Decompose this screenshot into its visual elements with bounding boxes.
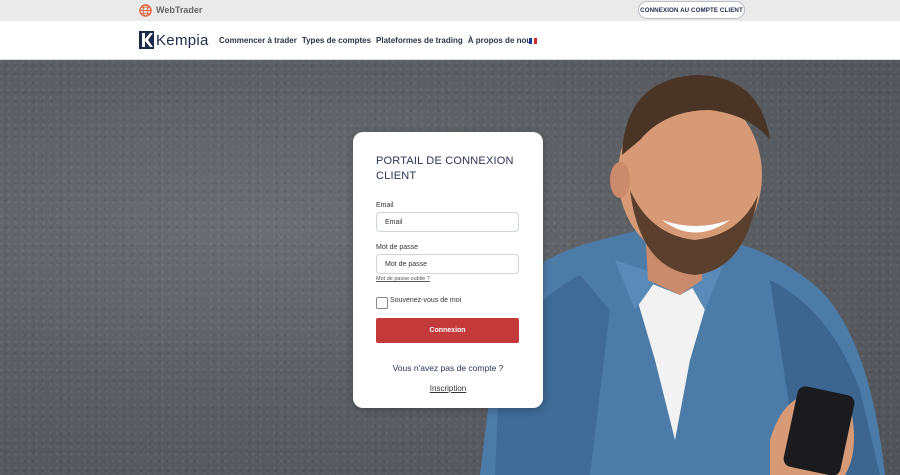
brand-name: Kempia <box>156 31 209 49</box>
email-label: Email <box>376 202 394 209</box>
no-account-text: Vous n'avez pas de compte ? <box>392 363 504 373</box>
globe-icon <box>139 3 152 17</box>
nav-trading-platforms[interactable]: Plateformes de trading <box>376 36 463 45</box>
nav-about-us[interactable]: À propos de nous <box>468 36 536 45</box>
top-bar: WebTrader CONNEXION AU COMPTE CLIENT <box>0 0 900 21</box>
fr-flag-icon[interactable] <box>529 38 538 44</box>
email-field[interactable]: Email <box>376 212 519 232</box>
main-nav: Kempia Commencer à trader Types de compt… <box>0 21 900 60</box>
login-title: PORTAIL DE CONNEXION CLIENT <box>376 155 514 182</box>
signup-link[interactable]: Inscription <box>353 384 543 393</box>
password-label: Mot de passe <box>376 244 419 251</box>
client-login-button[interactable]: CONNEXION AU COMPTE CLIENT <box>638 1 745 19</box>
kempia-logo-icon <box>139 31 154 49</box>
kempia-logo[interactable]: Kempia <box>139 30 209 50</box>
nav-start-trading[interactable]: Commencer à trader <box>219 36 297 45</box>
remember-me[interactable]: Souvenez-vous de moi <box>376 297 461 309</box>
remember-me-checkbox[interactable] <box>376 297 388 309</box>
login-button[interactable]: Connexion <box>376 318 519 343</box>
login-card: PORTAIL DE CONNEXION CLIENT Email Email … <box>353 132 543 408</box>
forgot-password-link[interactable]: Mot de passe oublié ? <box>376 276 430 282</box>
webtrader-link[interactable]: WebTrader <box>139 2 202 18</box>
nav-account-types[interactable]: Types de comptes <box>302 36 371 45</box>
nav-links: Commencer à trader Types de comptes Plat… <box>219 36 541 45</box>
password-field[interactable]: Mot de passe <box>376 254 519 274</box>
remember-me-label: Souvenez-vous de moi <box>390 297 462 304</box>
webtrader-label: WebTrader <box>156 5 203 15</box>
